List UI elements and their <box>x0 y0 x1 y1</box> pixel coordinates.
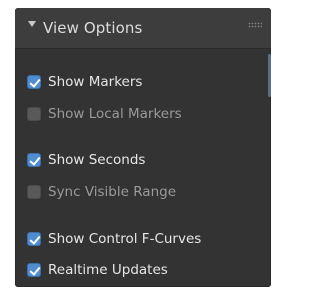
option-label: Show Markers <box>48 74 143 90</box>
option-label: Show Seconds <box>48 152 146 168</box>
option-show-local-markers[interactable]: Show Local Markers <box>27 103 182 125</box>
triangle-down-icon[interactable] <box>28 21 36 27</box>
checkbox-show-control-f-curves[interactable] <box>27 232 41 246</box>
option-show-seconds[interactable]: Show Seconds <box>27 149 145 171</box>
panel-title: View Options <box>43 19 143 37</box>
option-realtime-updates[interactable]: Realtime Updates <box>27 259 168 281</box>
screenshot-frame: View Options Show Markers Show Local Mar… <box>0 0 276 293</box>
checkbox-show-markers[interactable] <box>27 75 41 89</box>
view-options-panel: View Options Show Markers Show Local Mar… <box>15 8 271 287</box>
checkbox-realtime-updates[interactable] <box>27 263 41 277</box>
panel-header[interactable]: View Options <box>15 8 271 49</box>
option-label: Show Local Markers <box>48 106 182 122</box>
checkbox-sync-visible-range[interactable] <box>27 185 41 199</box>
checkbox-show-local-markers[interactable] <box>27 107 41 121</box>
option-label: Show Control F-Curves <box>48 231 202 247</box>
grip-dots-icon[interactable] <box>248 22 262 28</box>
scrollbar[interactable] <box>268 54 271 97</box>
checkbox-show-seconds[interactable] <box>27 153 41 167</box>
option-show-control-f-curves[interactable]: Show Control F-Curves <box>27 228 201 250</box>
option-show-markers[interactable]: Show Markers <box>27 71 142 93</box>
option-label: Sync Visible Range <box>48 184 177 200</box>
option-label: Realtime Updates <box>48 262 168 278</box>
option-sync-visible-range[interactable]: Sync Visible Range <box>27 181 176 203</box>
